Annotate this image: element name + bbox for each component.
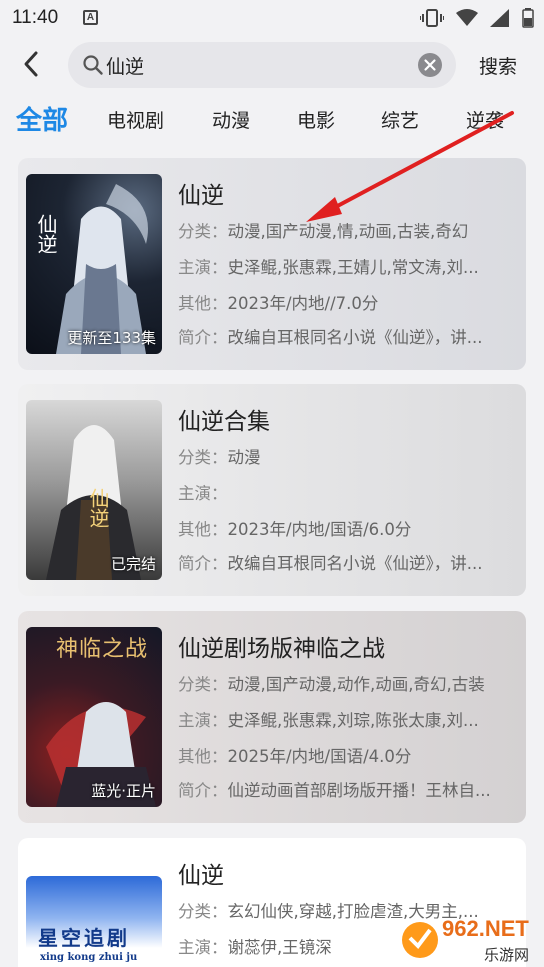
result-card[interactable]: 仙逆 已完结 仙逆合集 分类：动漫 主演： 其他：2023年/内地/国语/6.0… <box>18 384 526 596</box>
watermark-logo: 962.NET 乐游网 <box>398 912 544 967</box>
result-title: 仙逆剧场版神临之战 <box>178 636 385 662</box>
result-card[interactable]: 神临之战 蓝光·正片 仙逆剧场版神临之战 分类：动漫,国产动漫,动作,动画,奇幻… <box>18 611 526 823</box>
cast-row: 主演：史泽鲲,张惠霖,王婧儿,常文涛,刘... <box>178 258 479 277</box>
poster-title-text: 仙逆 <box>34 214 58 254</box>
search-input[interactable] <box>106 42 406 88</box>
poster-title-text: 神临之战 <box>56 637 149 662</box>
tab-all[interactable]: 全部 <box>16 100 68 137</box>
clear-search-icon[interactable] <box>418 53 442 77</box>
intro-row: 简介：仙逆动画首部剧场版开播！王林自... <box>178 781 491 800</box>
poster-image: 仙逆 已完结 <box>26 400 162 580</box>
poster-title-text: 仙逆 <box>86 488 110 528</box>
search-button[interactable]: 搜索 <box>479 52 517 79</box>
intro-row: 简介：改编自耳根同名小说《仙逆》，讲... <box>178 554 483 573</box>
status-bar: 11:40 A <box>0 0 544 36</box>
search-icon <box>83 55 103 75</box>
quality-badge: 蓝光·正片 <box>91 782 156 800</box>
info-row: 其他：2023年/内地//7.0分 <box>178 294 379 313</box>
intro-row: 简介：改编自耳根同名小说《仙逆》，讲... <box>178 328 483 347</box>
wifi-icon <box>456 9 478 26</box>
category-row: 分类：动漫 <box>178 448 261 467</box>
cast-row: 主演：史泽鲲,张惠霖,刘琮,陈张太康,刘... <box>178 711 479 730</box>
tab-movie[interactable]: 电影 <box>297 106 335 133</box>
watermark-brand: 962.NET <box>442 916 529 941</box>
category-row: 分类：动漫,国产动漫,动作,动画,奇幻,古装 <box>178 675 485 694</box>
search-box[interactable] <box>68 42 456 88</box>
poster-title-text: 星空追剧 <box>38 926 130 950</box>
result-title: 仙逆合集 <box>178 409 270 435</box>
result-title: 仙逆 <box>178 183 224 209</box>
status-badge: 已完结 <box>110 555 156 573</box>
result-title: 仙逆 <box>178 863 224 889</box>
notification-icon: A <box>83 10 98 25</box>
tab-tv[interactable]: 电视剧 <box>107 106 164 133</box>
search-header: 搜索 <box>0 38 544 92</box>
category-tabs: 全部 电视剧 动漫 电影 综艺 逆袭 <box>0 92 544 146</box>
tab-variety[interactable]: 综艺 <box>381 106 419 133</box>
back-arrow-icon[interactable] <box>16 48 48 80</box>
cast-row: 主演： <box>178 484 228 503</box>
episode-badge: 更新至133集 <box>67 329 156 347</box>
result-card[interactable]: 仙逆 更新至133集 仙逆 分类：动漫,国产动漫,情,动画,古装,奇幻 主演：史… <box>18 158 526 370</box>
tab-anime[interactable]: 动漫 <box>212 106 250 133</box>
poster-image: 仙逆 更新至133集 <box>26 174 162 354</box>
watermark-sub: 乐游网 <box>484 946 530 964</box>
status-icons <box>420 8 534 28</box>
category-row: 分类：动漫,国产动漫,情,动画,古装,奇幻 <box>178 222 469 241</box>
status-time: 11:40 <box>12 7 59 28</box>
signal-icon <box>490 9 509 27</box>
poster-image: 神临之战 蓝光·正片 <box>26 627 162 807</box>
tab-counterattack[interactable]: 逆袭 <box>466 106 504 133</box>
info-row: 其他：2025年/内地/国语/4.0分 <box>178 747 412 766</box>
poster-subtitle-text: xing kong zhui ju <box>40 952 138 963</box>
battery-icon <box>522 8 534 28</box>
vibrate-icon <box>420 9 444 27</box>
info-row: 其他：2023年/内地/国语/6.0分 <box>178 520 412 539</box>
poster-image: 星空追剧 xing kong zhui ju <box>26 876 162 967</box>
